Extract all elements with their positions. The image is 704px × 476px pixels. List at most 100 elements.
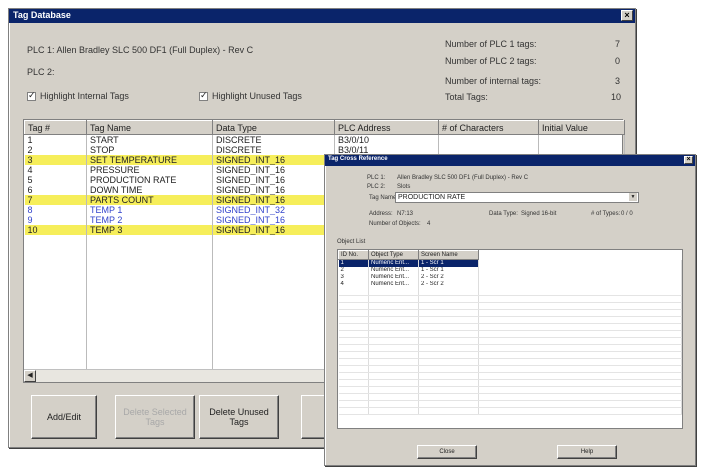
empty-cell [368, 365, 419, 373]
empty-cell [212, 345, 335, 355]
empty-cell [338, 323, 369, 331]
empty-cell [24, 235, 87, 245]
empty-cell [368, 386, 419, 394]
checkbox-icon[interactable] [199, 90, 208, 102]
object-list-header: ID No. Object Type Screen Name [338, 250, 682, 260]
empty-cell [338, 344, 369, 352]
xref-help-button[interactable]: Help [557, 445, 617, 459]
cell-data-type: SIGNED_INT_16 [212, 215, 335, 225]
column-header-screen-name[interactable]: Screen Name [418, 250, 479, 260]
empty-cell [86, 255, 213, 265]
highlight-internal-checkbox[interactable]: Highlight Internal Tags [27, 90, 129, 102]
cell-tag-name: SET TEMPERATURE [86, 155, 213, 165]
close-button[interactable]: × [621, 10, 633, 21]
empty-object-row [338, 309, 682, 317]
column-header-tag-name[interactable]: Tag Name [86, 120, 213, 135]
object-cell-filler [478, 259, 682, 267]
checkbox-icon[interactable] [27, 90, 36, 102]
table-row[interactable]: 1 START DISCRETE B3/0/10 [24, 134, 625, 145]
xref-close-icon[interactable]: × [684, 156, 693, 164]
cell-tag-num: 1 [24, 134, 87, 145]
empty-cell [418, 379, 479, 387]
empty-cell [368, 337, 419, 345]
empty-cell [418, 323, 479, 331]
empty-cell [86, 245, 213, 255]
column-header-tag-num[interactable]: Tag # [24, 120, 87, 135]
column-header-id[interactable]: ID No. [338, 250, 369, 260]
chevron-down-icon[interactable]: ▼ [629, 193, 637, 201]
empty-cell [24, 245, 87, 255]
empty-cell [24, 275, 87, 285]
scroll-left-icon[interactable]: ◀ [24, 370, 36, 382]
object-row[interactable]: 1 Numeric Ent... 1 - Scr 1 [338, 259, 682, 267]
xref-close-button[interactable]: Close [417, 445, 477, 459]
xref-plc1-value: Allen Bradley SLC 500 DF1 (Full Duplex) … [397, 175, 529, 181]
empty-cell [338, 302, 369, 310]
plc2-info: PLC 2: [27, 67, 55, 77]
column-header-plc-address[interactable]: PLC Address [334, 120, 439, 135]
tag-name-dropdown[interactable]: PRODUCTION RATE ▼ [395, 192, 639, 203]
highlight-unused-checkbox[interactable]: Highlight Unused Tags [199, 90, 302, 102]
object-row[interactable]: 2 Numeric Ent... 1 - Scr 1 [338, 267, 682, 274]
empty-cell [368, 379, 419, 387]
empty-cell [212, 305, 335, 315]
cell-data-type: SIGNED_INT_32 [212, 205, 335, 215]
empty-cell [24, 285, 87, 295]
cell-plc-address: B3/0/10 [334, 134, 439, 145]
delete-unused-tags-button[interactable]: Delete Unused Tags [199, 395, 279, 439]
add-edit-button[interactable]: Add/Edit [31, 395, 97, 439]
empty-cell [368, 344, 419, 352]
object-cell-filler [478, 267, 682, 274]
empty-cell [24, 335, 87, 345]
cell-data-type: SIGNED_INT_16 [212, 165, 335, 175]
empty-cell [24, 265, 87, 275]
cell-tag-name: TEMP 3 [86, 225, 213, 235]
empty-cell [212, 275, 335, 285]
empty-cell [478, 386, 682, 394]
empty-cell [24, 305, 87, 315]
column-header-object-type[interactable]: Object Type [368, 250, 419, 260]
cell-data-type: SIGNED_INT_16 [212, 195, 335, 205]
count-value-plc1: 7 [615, 39, 621, 49]
empty-cell [368, 358, 419, 366]
xref-address-value: N7:13 [397, 211, 414, 217]
cell-tag-num: 4 [24, 165, 87, 175]
empty-cell [338, 351, 369, 359]
title-bar: Tag Database × [9, 9, 635, 23]
cell-tag-name: TEMP 2 [86, 215, 213, 225]
object-cell-id: 2 [338, 267, 369, 274]
empty-cell [24, 255, 87, 265]
empty-cell [212, 355, 335, 365]
cell-tag-num: 6 [24, 185, 87, 195]
column-header-num-chars[interactable]: # of Characters [438, 120, 539, 135]
empty-cell [212, 325, 335, 335]
empty-cell [478, 372, 682, 380]
empty-cell [478, 400, 682, 408]
empty-object-row [338, 365, 682, 373]
column-header-data-type[interactable]: Data Type [212, 120, 335, 135]
xref-address-label: Address: [369, 211, 393, 217]
empty-object-row [338, 323, 682, 331]
object-cell-screen: 2 - Scr 2 [418, 281, 479, 288]
empty-cell [368, 288, 419, 296]
empty-cell [478, 316, 682, 324]
empty-cell [478, 288, 682, 296]
empty-cell [478, 323, 682, 331]
object-row[interactable]: 3 Numeric Ent... 2 - Scr 2 [338, 274, 682, 281]
empty-cell [418, 330, 479, 338]
empty-object-row [338, 337, 682, 345]
tag-name-value: PRODUCTION RATE [398, 194, 466, 201]
cell-tag-name: PARTS COUNT [86, 195, 213, 205]
empty-cell [338, 316, 369, 324]
object-row[interactable]: 4 Numeric Ent... 2 - Scr 2 [338, 281, 682, 288]
cell-tag-num: 10 [24, 225, 87, 235]
empty-cell [338, 337, 369, 345]
empty-cell [86, 315, 213, 325]
empty-object-row [338, 400, 682, 408]
empty-cell [86, 265, 213, 275]
column-header-initial-value[interactable]: Initial Value [538, 120, 625, 135]
delete-selected-tags-button[interactable]: Delete Selected Tags [115, 395, 195, 439]
empty-cell [338, 379, 369, 387]
empty-cell [368, 309, 419, 317]
empty-cell [418, 358, 479, 366]
